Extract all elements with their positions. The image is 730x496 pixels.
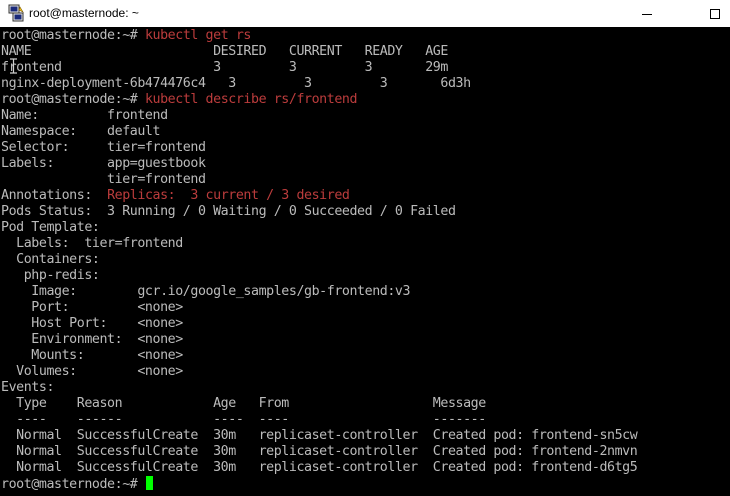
output-text: Type Reason Age From Message [1, 396, 486, 411]
terminal-line: root@masternode:~# kubectl describe rs/f… [1, 92, 357, 108]
terminal-line: nginx-deployment-6b474476c4 3 3 3 6d3h [1, 76, 471, 92]
output-text: Volumes: <none> [1, 364, 183, 379]
terminal-line: Labels: tier=frontend [1, 236, 183, 252]
output-text: Pods Status: 3 Running / 0 Waiting / 0 S… [1, 204, 456, 219]
terminal-line: root@masternode:~# kubectl get rs [1, 28, 251, 44]
output-text: ---- ------ ---- ---- ------- [1, 412, 486, 427]
output-text: NAME DESIRED CURRENT READY AGE [1, 44, 448, 59]
minimize-button[interactable] [624, 0, 670, 27]
terminal-line: NAME DESIRED CURRENT READY AGE [1, 44, 448, 60]
output-text: Mounts: <none> [1, 348, 183, 363]
terminal-line: Type Reason Age From Message [1, 396, 486, 412]
terminal-line: root@masternode:~# [1, 476, 153, 492]
terminal-output[interactable]: root@masternode:~# Normal SuccessfulCrea… [0, 28, 730, 496]
putty-icon [8, 4, 24, 22]
prompt: root@masternode:~# [1, 477, 145, 492]
output-text: php-redis: [1, 268, 100, 283]
prompt: root@masternode:~# [1, 28, 145, 43]
terminal-line: tier=frontend [1, 172, 206, 188]
output-text: frontend 3 3 3 29m [1, 60, 448, 75]
output-text: nginx-deployment-6b474476c4 3 3 3 6d3h [1, 76, 471, 91]
command-text: kubectl get rs [144, 28, 251, 43]
terminal-line: Selector: tier=frontend [1, 140, 206, 156]
output-text: Normal SuccessfulCreate 30m replicaset-c… [1, 428, 638, 443]
terminal-line: Name: frontend [1, 108, 168, 124]
output-text: Pod Template: [1, 220, 100, 235]
prompt: root@masternode:~# [1, 92, 145, 107]
command-text: kubectl describe rs/frontend [144, 92, 358, 107]
window-titlebar[interactable]: root@masternode: ~ [0, 0, 730, 27]
output-text: Namespace: default [1, 124, 161, 139]
terminal-line: frontend 3 3 3 29m [1, 60, 448, 76]
terminal-line: Containers: [1, 252, 100, 268]
text-cursor-icon [10, 58, 17, 74]
terminal-line: Port: <none> [1, 300, 183, 316]
terminal-line: Image: gcr.io/google_samples/gb-frontend… [1, 284, 410, 300]
terminal-line: Pods Status: 3 Running / 0 Waiting / 0 S… [1, 204, 456, 220]
terminal-line: ---- ------ ---- ---- ------- [1, 412, 486, 428]
terminal-line: Host Port: <none> [1, 316, 183, 332]
output-text: Image: gcr.io/google_samples/gb-frontend… [1, 284, 411, 299]
output-text: Environment: <none> [1, 332, 183, 347]
terminal-line: Events: [1, 380, 54, 396]
terminal-line: Labels: app=guestbook [1, 156, 206, 172]
output-text: Normal SuccessfulCreate 30m replicaset-c… [1, 444, 638, 459]
minimize-icon [642, 13, 652, 15]
window-title: root@masternode: ~ [29, 6, 139, 20]
maximize-icon [710, 8, 720, 19]
output-text: Name: frontend [1, 108, 168, 123]
terminal-line: Mounts: <none> [1, 348, 183, 364]
output-text: Host Port: <none> [1, 316, 183, 331]
terminal-line: php-redis: [1, 268, 100, 284]
terminal-line: Environment: <none> [1, 332, 183, 348]
terminal-line: Normal SuccessfulCreate 30m replicaset-c… [1, 444, 638, 460]
command-text: Replicas: 3 current / 3 desired [107, 188, 350, 203]
terminal-line: Pod Template: [1, 220, 100, 236]
maximize-button[interactable] [692, 0, 730, 27]
output-text: Labels: tier=frontend [1, 236, 183, 251]
terminal-line: Volumes: <none> [1, 364, 183, 380]
output-text: tier=frontend [1, 172, 206, 187]
output-text: Events: [1, 380, 55, 395]
output-text: Normal SuccessfulCreate 30m replicaset-c… [1, 460, 638, 475]
output-text: Labels: app=guestbook [1, 156, 206, 171]
terminal-line: Normal SuccessfulCreate 30m replicaset-c… [1, 460, 638, 476]
output-text: Selector: tier=frontend [1, 140, 206, 155]
terminal-line: Normal SuccessfulCreate 30m replicaset-c… [1, 428, 638, 444]
terminal-line: Namespace: default [1, 124, 161, 140]
terminal-cursor [145, 476, 153, 490]
output-text: Port: <none> [1, 300, 183, 315]
prompt: Annotations: [1, 188, 108, 203]
output-text: Containers: [1, 252, 100, 267]
terminal-line: Annotations: Replicas: 3 current / 3 des… [1, 188, 350, 204]
